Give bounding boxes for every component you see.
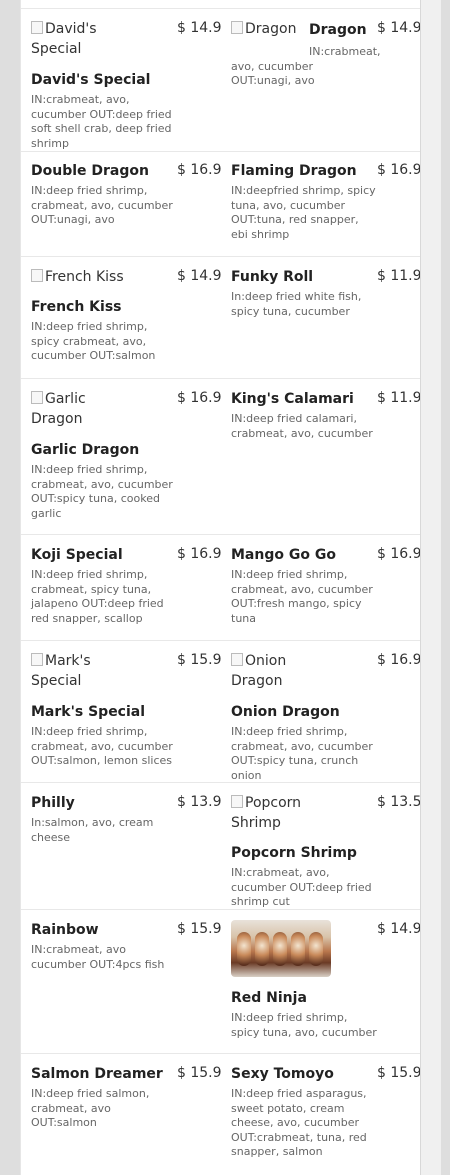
item-name: Onion Dragon — [231, 704, 340, 720]
item-name: Sexy Tomoyo — [231, 1066, 334, 1082]
item-price: $ 11.95 — [377, 390, 421, 406]
menu-row: Mark's Special $ 15.95 Mark's Special IN… — [21, 641, 421, 783]
item-price: $ 16.95 — [377, 546, 421, 562]
item-price: $ 15.95 — [177, 652, 221, 668]
item-name: Funky Roll — [231, 269, 314, 285]
item-name: Salmon Dreamer — [31, 1066, 163, 1082]
menu-row: $ 15.95 Rainbow IN:crabmeat, avo cucumbe… — [21, 910, 421, 1054]
item-description: IN:crabmeat, avo, cucumber OUT:deep frie… — [231, 866, 372, 908]
item-description: In:deep fried white fish, spicy tuna, cu… — [231, 290, 362, 318]
sushi-roll-photo — [231, 920, 331, 977]
item-name: Double Dragon — [31, 163, 149, 179]
item-description: IN:deepfried shrimp, spicy tuna, avo, cu… — [231, 184, 376, 241]
item-price: $ 14.95 — [377, 921, 421, 937]
item-name: Garlic Dragon — [31, 442, 140, 458]
item-description: IN:crabmeat, avo cucumber OUT:4pcs fish — [31, 943, 165, 971]
item-name: Philly — [31, 795, 75, 811]
item-name: Flaming Dragon — [231, 163, 357, 179]
item-name: Mark's Special — [31, 704, 146, 720]
item-description: IN:deep fried shrimp, spicy tuna, avo, c… — [231, 1011, 377, 1039]
menu-panel: David's Special $ 14.95 David's Special … — [20, 0, 421, 1175]
broken-image-icon: Popcorn Shrimp — [231, 793, 311, 833]
menu-row: $ 13.95 Philly In:salmon, avo, cream che… — [21, 783, 421, 910]
item-description: IN:crabmeat, avo, cucumber OUT:unagi, av… — [231, 45, 381, 87]
item-price: $ 14.95 — [377, 20, 421, 36]
menu-row: French Kiss $ 14.95 French Kiss IN:deep … — [21, 257, 421, 379]
item-description: IN:deep fried asparagus, sweet potato, c… — [231, 1087, 367, 1158]
item-description: IN:deep fried shrimp, crabmeat, avo, cuc… — [31, 463, 173, 520]
item-price: $ 14.95 — [177, 268, 221, 284]
item-price: $ 14.95 — [177, 20, 221, 36]
item-name: Rainbow — [31, 922, 99, 938]
menu-row: $ 16.95 Double Dragon IN:deep fried shri… — [21, 151, 421, 257]
item-price: $ 16.95 — [177, 390, 221, 406]
item-description: IN:crabmeat, avo, cucumber OUT:deep frie… — [31, 93, 172, 150]
item-name: Koji Special — [31, 547, 123, 563]
item-description: IN:deep fried shrimp, crabmeat, avo, cuc… — [231, 725, 373, 782]
item-name: David's Special — [31, 72, 151, 88]
item-price: $ 16.95 — [377, 652, 421, 668]
item-description: IN:deep fried salmon, crabmeat, avo OUT:… — [31, 1087, 150, 1129]
item-name: Dragon — [309, 22, 367, 38]
item-price: $ 16.95 — [177, 162, 221, 178]
item-description: IN:deep fried calamari, crabmeat, avo, c… — [231, 412, 373, 440]
menu-row: $ 16.95 Koji Special IN:deep fried shrim… — [21, 535, 421, 641]
item-description: IN:deep fried shrimp, crabmeat, avo, cuc… — [231, 568, 373, 625]
item-price: $ 16.95 — [377, 162, 421, 178]
item-price: $ 15.95 — [177, 1065, 221, 1081]
item-name: Popcorn Shrimp — [231, 845, 357, 861]
menu-row: David's Special $ 14.95 David's Special … — [21, 8, 421, 152]
broken-image-icon: Dragon — [231, 19, 303, 39]
broken-image-icon: French Kiss — [31, 267, 161, 287]
menu-row: $ 15.95 Salmon Dreamer IN:deep fried sal… — [21, 1054, 421, 1175]
item-price: $ 13.95 — [177, 794, 221, 810]
broken-image-icon: David's Special — [31, 19, 131, 59]
item-name: Mango Go Go — [231, 547, 336, 563]
item-description: IN:deep fried shrimp, crabmeat, spicy tu… — [31, 568, 164, 625]
item-name: King's Calamari — [231, 391, 354, 407]
item-description: IN:deep fried shrimp, crabmeat, avo, cuc… — [31, 184, 173, 226]
item-price: $ 16.95 — [177, 546, 221, 562]
item-price: $ 13.50 — [377, 794, 421, 810]
item-price: $ 11.95 — [377, 268, 421, 284]
broken-image-icon: Onion Dragon — [231, 651, 301, 691]
menu-row: Garlic Dragon $ 16.95 Garlic Dragon IN:d… — [21, 379, 421, 535]
item-name: Red Ninja — [231, 990, 307, 1006]
broken-image-icon: Garlic Dragon — [31, 389, 101, 429]
item-price: $ 15.95 — [177, 921, 221, 937]
item-description: IN:deep fried shrimp, crabmeat, avo, cuc… — [31, 725, 173, 767]
broken-image-icon: Mark's Special — [31, 651, 101, 691]
item-description: In:salmon, avo, cream cheese — [31, 816, 154, 844]
item-price: $ 15.95 — [377, 1065, 421, 1081]
item-description: IN:deep fried shrimp, spicy crabmeat, av… — [31, 320, 156, 362]
item-name: French Kiss — [31, 299, 122, 315]
side-scroll-area[interactable] — [420, 0, 441, 1175]
